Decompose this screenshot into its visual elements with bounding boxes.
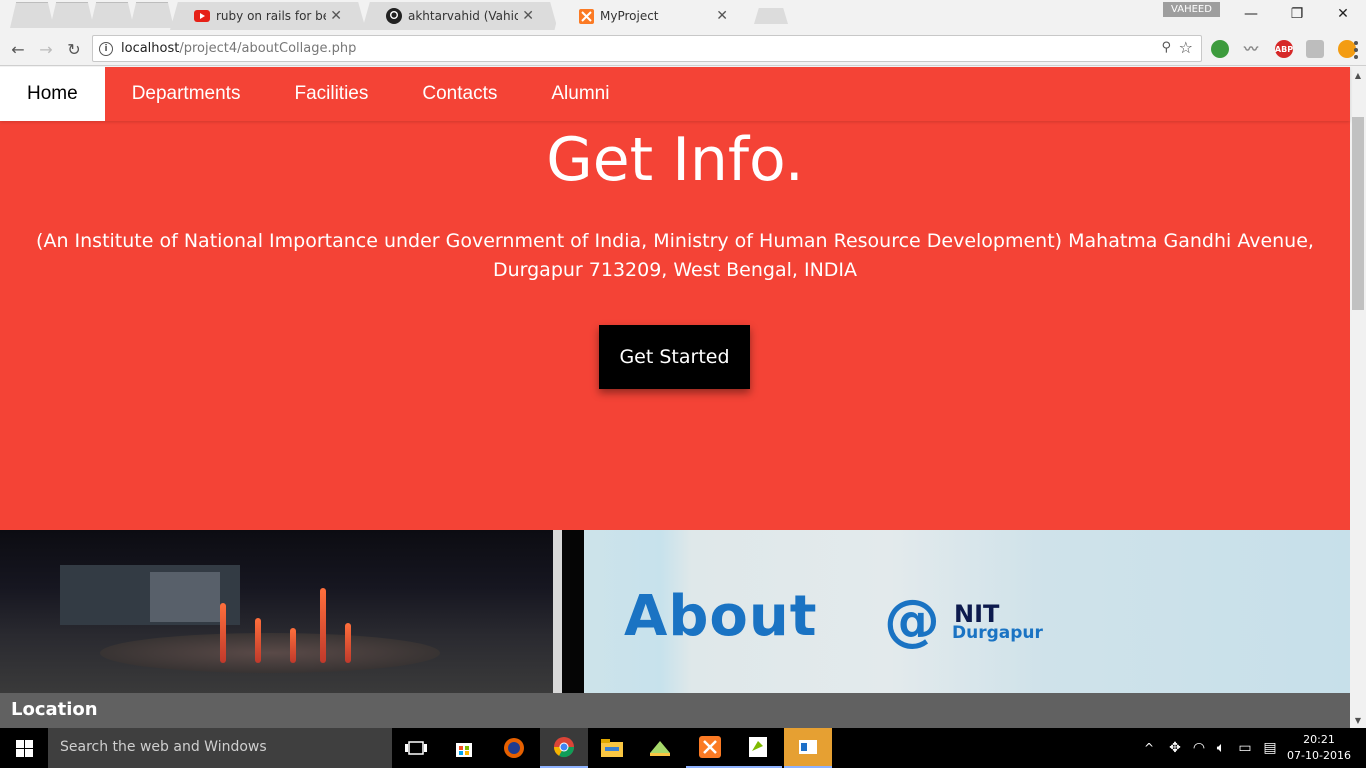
durgapur-text: Durgapur <box>952 623 1043 643</box>
pinned-tab[interactable] <box>50 2 94 28</box>
notifications-icon[interactable]: ▤ <box>1258 728 1282 768</box>
about-banner: About @ NIT Durgapur <box>0 530 1350 693</box>
extension-icon[interactable] <box>1306 40 1324 58</box>
windows-taskbar: Search the web and Windows ^ ✥ ◠ 🔈︎ ▭ ▤ … <box>0 728 1366 768</box>
restore-icon[interactable]: ❐ <box>1274 0 1320 28</box>
browser-tab[interactable]: akhtarvahid (Vahid Akhta ✕ <box>362 2 558 30</box>
close-tab-icon[interactable]: ✕ <box>330 8 342 24</box>
window-icon[interactable] <box>784 728 832 768</box>
profile-badge[interactable]: VAHEED <box>1163 2 1220 17</box>
back-icon[interactable]: ← <box>6 37 30 61</box>
info-icon[interactable]: i <box>99 41 113 56</box>
nav-home[interactable]: Home <box>0 67 105 121</box>
bookmark-star-icon[interactable]: ☆ <box>1179 38 1193 57</box>
tab-title: ruby on rails for beginne <box>216 9 326 23</box>
tray-overflow-icon[interactable]: ^ <box>1140 728 1158 768</box>
tab-title: MyProject <box>600 9 659 23</box>
windows-start-icon[interactable] <box>0 728 48 768</box>
banner-divider <box>553 530 562 693</box>
at-text: @ <box>884 588 940 653</box>
browser-tab[interactable]: ruby on rails for beginne ✕ <box>170 2 366 30</box>
pinned-tab[interactable] <box>130 2 174 28</box>
close-tab-icon[interactable]: ✕ <box>522 8 534 24</box>
wifi-icon[interactable]: ◠ <box>1188 728 1210 768</box>
scroll-thumb[interactable] <box>1352 117 1364 310</box>
browser-tab-active[interactable]: MyProject ✕ <box>554 0 752 32</box>
task-view-icon[interactable] <box>392 728 440 768</box>
pinned-tab[interactable] <box>10 2 54 28</box>
page-viewport: Home Departments Facilities Contacts Alu… <box>0 67 1366 728</box>
reload-icon[interactable]: ↻ <box>62 37 86 61</box>
extension-icon[interactable]: 〰 <box>1242 40 1260 58</box>
url-path: /project4/aboutCollage.php <box>179 41 357 56</box>
get-started-button[interactable]: Get Started <box>599 325 750 389</box>
battery-icon[interactable]: ▭ <box>1234 728 1256 768</box>
about-text: About <box>624 584 818 649</box>
site-navbar: Home Departments Facilities Contacts Alu… <box>0 67 1350 121</box>
location-heading: Location <box>0 693 1350 728</box>
url-host: localhost <box>121 41 180 56</box>
taskbar-search-input[interactable]: Search the web and Windows <box>48 728 392 768</box>
close-window-icon[interactable]: ✕ <box>1320 0 1366 28</box>
clock-time: 20:21 <box>1303 733 1335 746</box>
notepadpp-icon[interactable] <box>734 728 782 768</box>
taskbar-clock[interactable]: 20:21 07-10-2016 <box>1284 732 1354 764</box>
github-icon <box>386 8 402 24</box>
banner-divider <box>562 530 584 693</box>
browser-toolbar: ← → ↻ i localhost/project4/aboutCollage.… <box>0 32 1366 66</box>
youtube-icon <box>194 8 210 24</box>
browser-tab-strip: ruby on rails for beginne ✕ akhtarvahid … <box>0 0 1366 32</box>
pinned-tab[interactable] <box>90 2 134 28</box>
address-bar[interactable]: i localhost/project4/aboutCollage.php ⚲ … <box>92 35 1202 62</box>
minimize-icon[interactable]: — <box>1228 0 1274 28</box>
dropbox-icon[interactable]: ✥ <box>1164 728 1186 768</box>
firefox-icon[interactable] <box>490 728 538 768</box>
xampp-icon <box>578 8 594 24</box>
hero-description: (An Institute of National Importance und… <box>36 230 1314 281</box>
zoom-icon[interactable]: ⚲ <box>1161 40 1171 55</box>
scroll-up-icon[interactable]: ▲ <box>1350 67 1366 83</box>
volume-icon[interactable]: 🔈︎ <box>1210 728 1232 768</box>
adblock-icon[interactable]: ABP <box>1275 40 1293 58</box>
tab-title: akhtarvahid (Vahid Akhta <box>408 9 519 23</box>
campus-fountain-image <box>0 530 553 693</box>
clock-date: 07-10-2016 <box>1287 749 1351 762</box>
photos-icon[interactable] <box>636 728 684 768</box>
extension-icon[interactable] <box>1211 40 1229 58</box>
nav-facilities[interactable]: Facilities <box>267 67 395 121</box>
xampp-icon[interactable] <box>686 728 734 768</box>
page-scrollbar[interactable]: ▲ ▼ <box>1350 67 1366 728</box>
close-tab-icon[interactable]: ✕ <box>716 8 728 24</box>
scroll-down-icon[interactable]: ▼ <box>1350 712 1366 728</box>
new-tab-button[interactable] <box>754 8 788 24</box>
nav-alumni[interactable]: Alumni <box>524 67 636 121</box>
hero-section: Get Info. (An Institute of National Impo… <box>0 121 1350 531</box>
menu-icon[interactable] <box>1346 38 1366 62</box>
forward-icon[interactable]: → <box>34 37 58 61</box>
hero-title: Get Info. <box>546 125 804 195</box>
file-explorer-icon[interactable] <box>588 728 636 768</box>
chrome-icon[interactable] <box>540 728 588 768</box>
nav-contacts[interactable]: Contacts <box>395 67 524 121</box>
store-icon[interactable] <box>440 728 488 768</box>
about-nit-durgapur-image: About @ NIT Durgapur <box>584 530 1350 693</box>
nav-departments[interactable]: Departments <box>105 67 268 121</box>
